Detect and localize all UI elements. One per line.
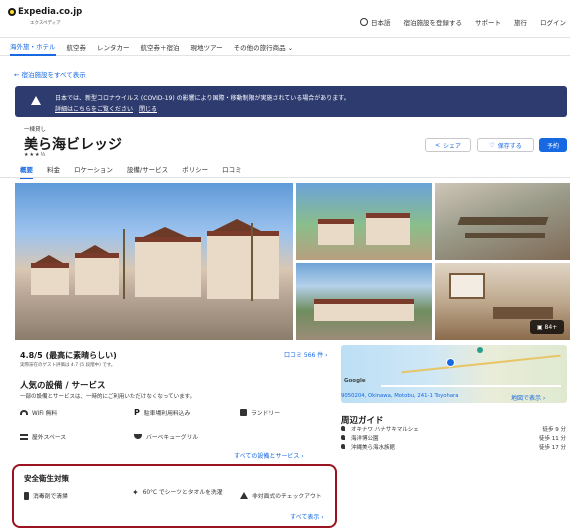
warning-icon: [31, 96, 41, 105]
notice-close-link[interactable]: 閉じる: [139, 106, 157, 113]
tab-cars[interactable]: レンタカー: [97, 42, 130, 52]
trips-link[interactable]: 旅行: [514, 17, 527, 27]
sparkle-icon: ✦: [132, 488, 139, 497]
top-nav: 日本語 宿泊施設を登録する サポート 旅行 ログイン: [360, 17, 566, 27]
share-icon: <: [434, 141, 440, 149]
amenity-outdoor: 屋外スペース: [20, 432, 66, 441]
list-property-link[interactable]: 宿泊施設を登録する: [404, 17, 463, 27]
notice-text: 日本では、新型コロナウイルス (COVID-19) の影響により国際・移動制限が…: [55, 95, 350, 102]
amenity-bbq: バーベキューグリル: [134, 432, 198, 441]
logo-subtitle: エクスペディア: [30, 21, 61, 26]
wifi-icon: [20, 410, 28, 415]
tab-activities[interactable]: 現地ツアー: [191, 42, 223, 52]
map-road: [401, 354, 561, 374]
tab-more-travel[interactable]: その他の旅行商品 ⌄: [234, 42, 294, 52]
pin-icon: [341, 443, 345, 449]
photo-house: [314, 299, 414, 321]
photo-house: [75, 253, 119, 295]
login-link[interactable]: ログイン: [540, 17, 566, 27]
guest-rating: 4.8/5 (最高に素晴らしい): [20, 351, 117, 360]
photo-house: [31, 263, 69, 295]
photo-table: [457, 217, 549, 225]
photo-roof: [81, 245, 109, 253]
photo-house: [135, 237, 201, 297]
photo-roof: [35, 255, 63, 263]
amenity-wifi: WiFi 無料: [20, 408, 57, 417]
rating-note: 実際滞在のゲスト評価は 4.7 (5 段階中) です。: [20, 363, 116, 368]
parking-icon: P: [134, 408, 140, 417]
google-logo: Google: [344, 378, 366, 384]
page-title: 美ら海ビレッジ: [24, 137, 122, 153]
logo-icon: [8, 8, 16, 16]
star-rating: ★★★½: [24, 152, 47, 158]
notice-links: 詳細はこちらをご覧ください 閉じる: [55, 104, 163, 113]
gallery-photo-4[interactable]: [296, 263, 432, 340]
amenity-parking: P 駐車場利用料込み: [134, 408, 191, 417]
photo-table: [493, 307, 553, 319]
amenities-title: 人気の設備 / サービス: [20, 381, 106, 391]
expedia-logo[interactable]: Expedia.co.jp: [8, 7, 82, 17]
gallery-main-photo[interactable]: [15, 183, 293, 340]
view-map-link[interactable]: 地図で表示 ›: [511, 393, 545, 402]
amenity-laundry: ランドリー: [240, 408, 280, 417]
list-item: オキナワ ハナサキマルシェ 徒歩 9 分: [341, 424, 566, 433]
heart-icon: ♡: [489, 141, 495, 149]
photo-roof: [143, 227, 187, 237]
photo-count-badge[interactable]: ▣ 84+: [530, 320, 564, 334]
image-icon: ▣: [536, 323, 543, 331]
property-type-label: 一棟貸し: [24, 127, 47, 133]
list-item: 沖縄美ら海水族館 徒歩 17 分: [341, 442, 566, 451]
tab-stays[interactable]: 海外旅・ホテル: [10, 38, 56, 56]
gallery-photo-3[interactable]: [435, 183, 570, 260]
list-item: 海洋博公園 徒歩 11 分: [341, 433, 566, 442]
laundry-icon: [240, 409, 247, 416]
pin-icon: [341, 425, 345, 431]
bbq-grill-icon: [134, 434, 142, 439]
photo-house: [366, 213, 410, 245]
all-amenities-link[interactable]: すべての設備とサービス ›: [234, 451, 304, 460]
checkout-icon: [240, 492, 248, 499]
notice-details-link[interactable]: 詳細はこちらをご覧ください: [55, 106, 133, 113]
map-road: [381, 385, 561, 387]
photo-roof: [213, 219, 261, 231]
safety-item-contactless-checkout: 非対面式のチェックアウト: [240, 491, 322, 500]
pin-icon: [341, 434, 345, 440]
nearby-guide-list: オキナワ ハナサキマルシェ 徒歩 9 分 海洋博公園 徒歩 11 分 沖縄美ら海水族…: [341, 424, 566, 451]
back-to-all-properties-link[interactable]: ← 宿泊施設をすべて表示: [14, 69, 86, 79]
covid-notice-banner: 日本では、新型コロナウイルス (COVID-19) の影響により国際・移動制限が…: [15, 86, 567, 117]
gallery-photo-2[interactable]: [296, 183, 432, 260]
photo-palm: [251, 223, 253, 301]
safety-title: 安全衛生対策: [24, 474, 69, 483]
save-button[interactable]: ♡ 保存する: [477, 138, 534, 152]
globe-icon: [360, 18, 368, 26]
photo-house: [207, 231, 279, 299]
poi-pin-icon: [477, 347, 483, 353]
support-link[interactable]: サポート: [475, 17, 501, 27]
tab-flights[interactable]: 航空券: [67, 42, 87, 52]
photo-window: [449, 273, 485, 299]
language-selector[interactable]: 日本語: [360, 17, 391, 27]
safety-item-laundry-60c: ✦ 60°C でシーツとタオルを洗濯: [132, 488, 223, 497]
property-address: 9050204, Okinawa, Motobu, 241-1 Toyohara: [341, 393, 459, 399]
share-button[interactable]: < シェア: [425, 138, 471, 152]
photo-bench: [465, 233, 545, 238]
category-nav: 海外旅・ホテル 航空券 レンタカー 航空券＋宿泊 現地ツアー その他の旅行商品 …: [0, 38, 570, 56]
tab-divider: [0, 177, 570, 178]
safety-show-all-link[interactable]: すべて表示 ›: [290, 512, 324, 521]
amenities-subtitle: 一部の設備とサービスは、一時的にご利用いただけなくなっています。: [20, 394, 196, 400]
tab-packages[interactable]: 航空券＋宿泊: [141, 42, 180, 52]
spray-icon: [24, 491, 29, 500]
photo-palm: [123, 229, 125, 299]
safety-item-disinfectant: 消毒剤で清掃: [24, 491, 68, 500]
outdoor-space-icon: [20, 433, 28, 440]
book-button[interactable]: 予約: [539, 138, 567, 152]
reviews-link[interactable]: 口コミ 566 件 ›: [284, 350, 328, 359]
photo-house: [318, 219, 354, 245]
location-pin-icon: [446, 358, 455, 367]
